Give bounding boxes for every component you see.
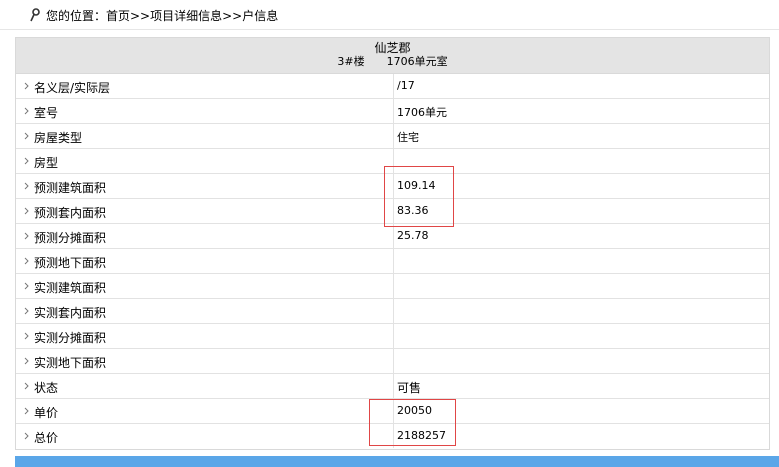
table-row: 实测分摊面积 [16,324,769,349]
chevron-right-icon [24,407,29,415]
row-label: 房型 [34,156,59,170]
chevron-right-icon [24,257,29,265]
chevron-right-icon [24,157,29,165]
row-label: 状态 [34,381,59,395]
row-label-cell: 名义层/实际层 [16,74,394,98]
chevron-right-icon [24,357,29,365]
row-label: 总价 [34,431,59,445]
row-label-cell: 预测分摊面积 [16,224,394,248]
row-label-cell: 房型 [16,149,394,173]
row-label-cell: 实测地下面积 [16,349,394,373]
row-value: /17 [397,79,415,92]
row-label: 预测分摊面积 [34,231,107,245]
row-label-cell: 单价 [16,399,394,423]
row-label: 预测套内面积 [34,206,107,220]
bottom-bar [15,456,779,467]
row-label: 预测建筑面积 [34,181,107,195]
chevron-right-icon [24,182,29,190]
table-row: 名义层/实际层 /17 [16,74,769,99]
row-label-cell: 实测建筑面积 [16,274,394,298]
unit-number: 1706单元室 [386,55,448,68]
chevron-right-icon [24,432,29,440]
row-label-cell: 房屋类型 [16,124,394,148]
table-row: 实测套内面积 [16,299,769,324]
table-row: 实测建筑面积 [16,274,769,299]
row-label: 实测建筑面积 [34,281,107,295]
chevron-right-icon [24,332,29,340]
table-row: 室号 1706单元 [16,99,769,124]
chevron-right-icon [24,232,29,240]
row-value: 25.78 [397,229,429,242]
row-label-cell: 室号 [16,99,394,123]
row-label-cell: 状态 [16,374,394,398]
building-number: 3#楼 [337,55,365,68]
table-header: 仙芝郡 3#楼 1706单元室 [16,38,769,74]
row-value: 住宅 [397,131,419,144]
project-name: 仙芝郡 [374,41,411,55]
row-value: 1706单元 [397,106,447,119]
breadcrumb-text: 您的位置：首页>>项目详细信息>>户信息 [46,9,279,23]
household-info-table: 仙芝郡 3#楼 1706单元室 名义层/实际层 /17 室号 1706单元 房屋类… [15,37,770,450]
row-label-cell: 实测套内面积 [16,299,394,323]
chevron-right-icon [24,282,29,290]
row-label-cell: 实测分摊面积 [16,324,394,348]
row-label: 室号 [34,106,59,120]
row-label: 实测地下面积 [34,356,107,370]
table-row: 预测分摊面积 25.78 [16,224,769,249]
table-row: 预测地下面积 [16,249,769,274]
area-highlight-box [384,166,454,227]
row-label: 实测分摊面积 [34,331,107,345]
chevron-right-icon [24,307,29,315]
row-label: 单价 [34,406,59,420]
row-label-cell: 预测建筑面积 [16,174,394,198]
row-label-cell: 预测套内面积 [16,199,394,223]
chevron-right-icon [24,207,29,215]
chevron-right-icon [24,382,29,390]
price-highlight-box [369,399,456,446]
chevron-right-icon [24,107,29,115]
row-label: 实测套内面积 [34,306,107,320]
row-label-cell: 总价 [16,424,394,448]
chevron-right-icon [24,132,29,140]
breadcrumb-bar: 您的位置：首页>>项目详细信息>>户信息 [0,0,779,30]
row-label: 预测地下面积 [34,256,107,270]
table-row: 房屋类型 住宅 [16,124,769,149]
table-row: 状态 可售 [16,374,769,399]
row-label: 房屋类型 [34,131,83,145]
location-pin-icon [30,8,40,22]
row-label-cell: 预测地下面积 [16,249,394,273]
unit-line: 3#楼 1706单元室 [16,55,769,69]
table-row: 实测地下面积 [16,349,769,374]
row-label: 名义层/实际层 [34,81,111,95]
row-value: 可售 [397,381,422,395]
chevron-right-icon [24,82,29,90]
